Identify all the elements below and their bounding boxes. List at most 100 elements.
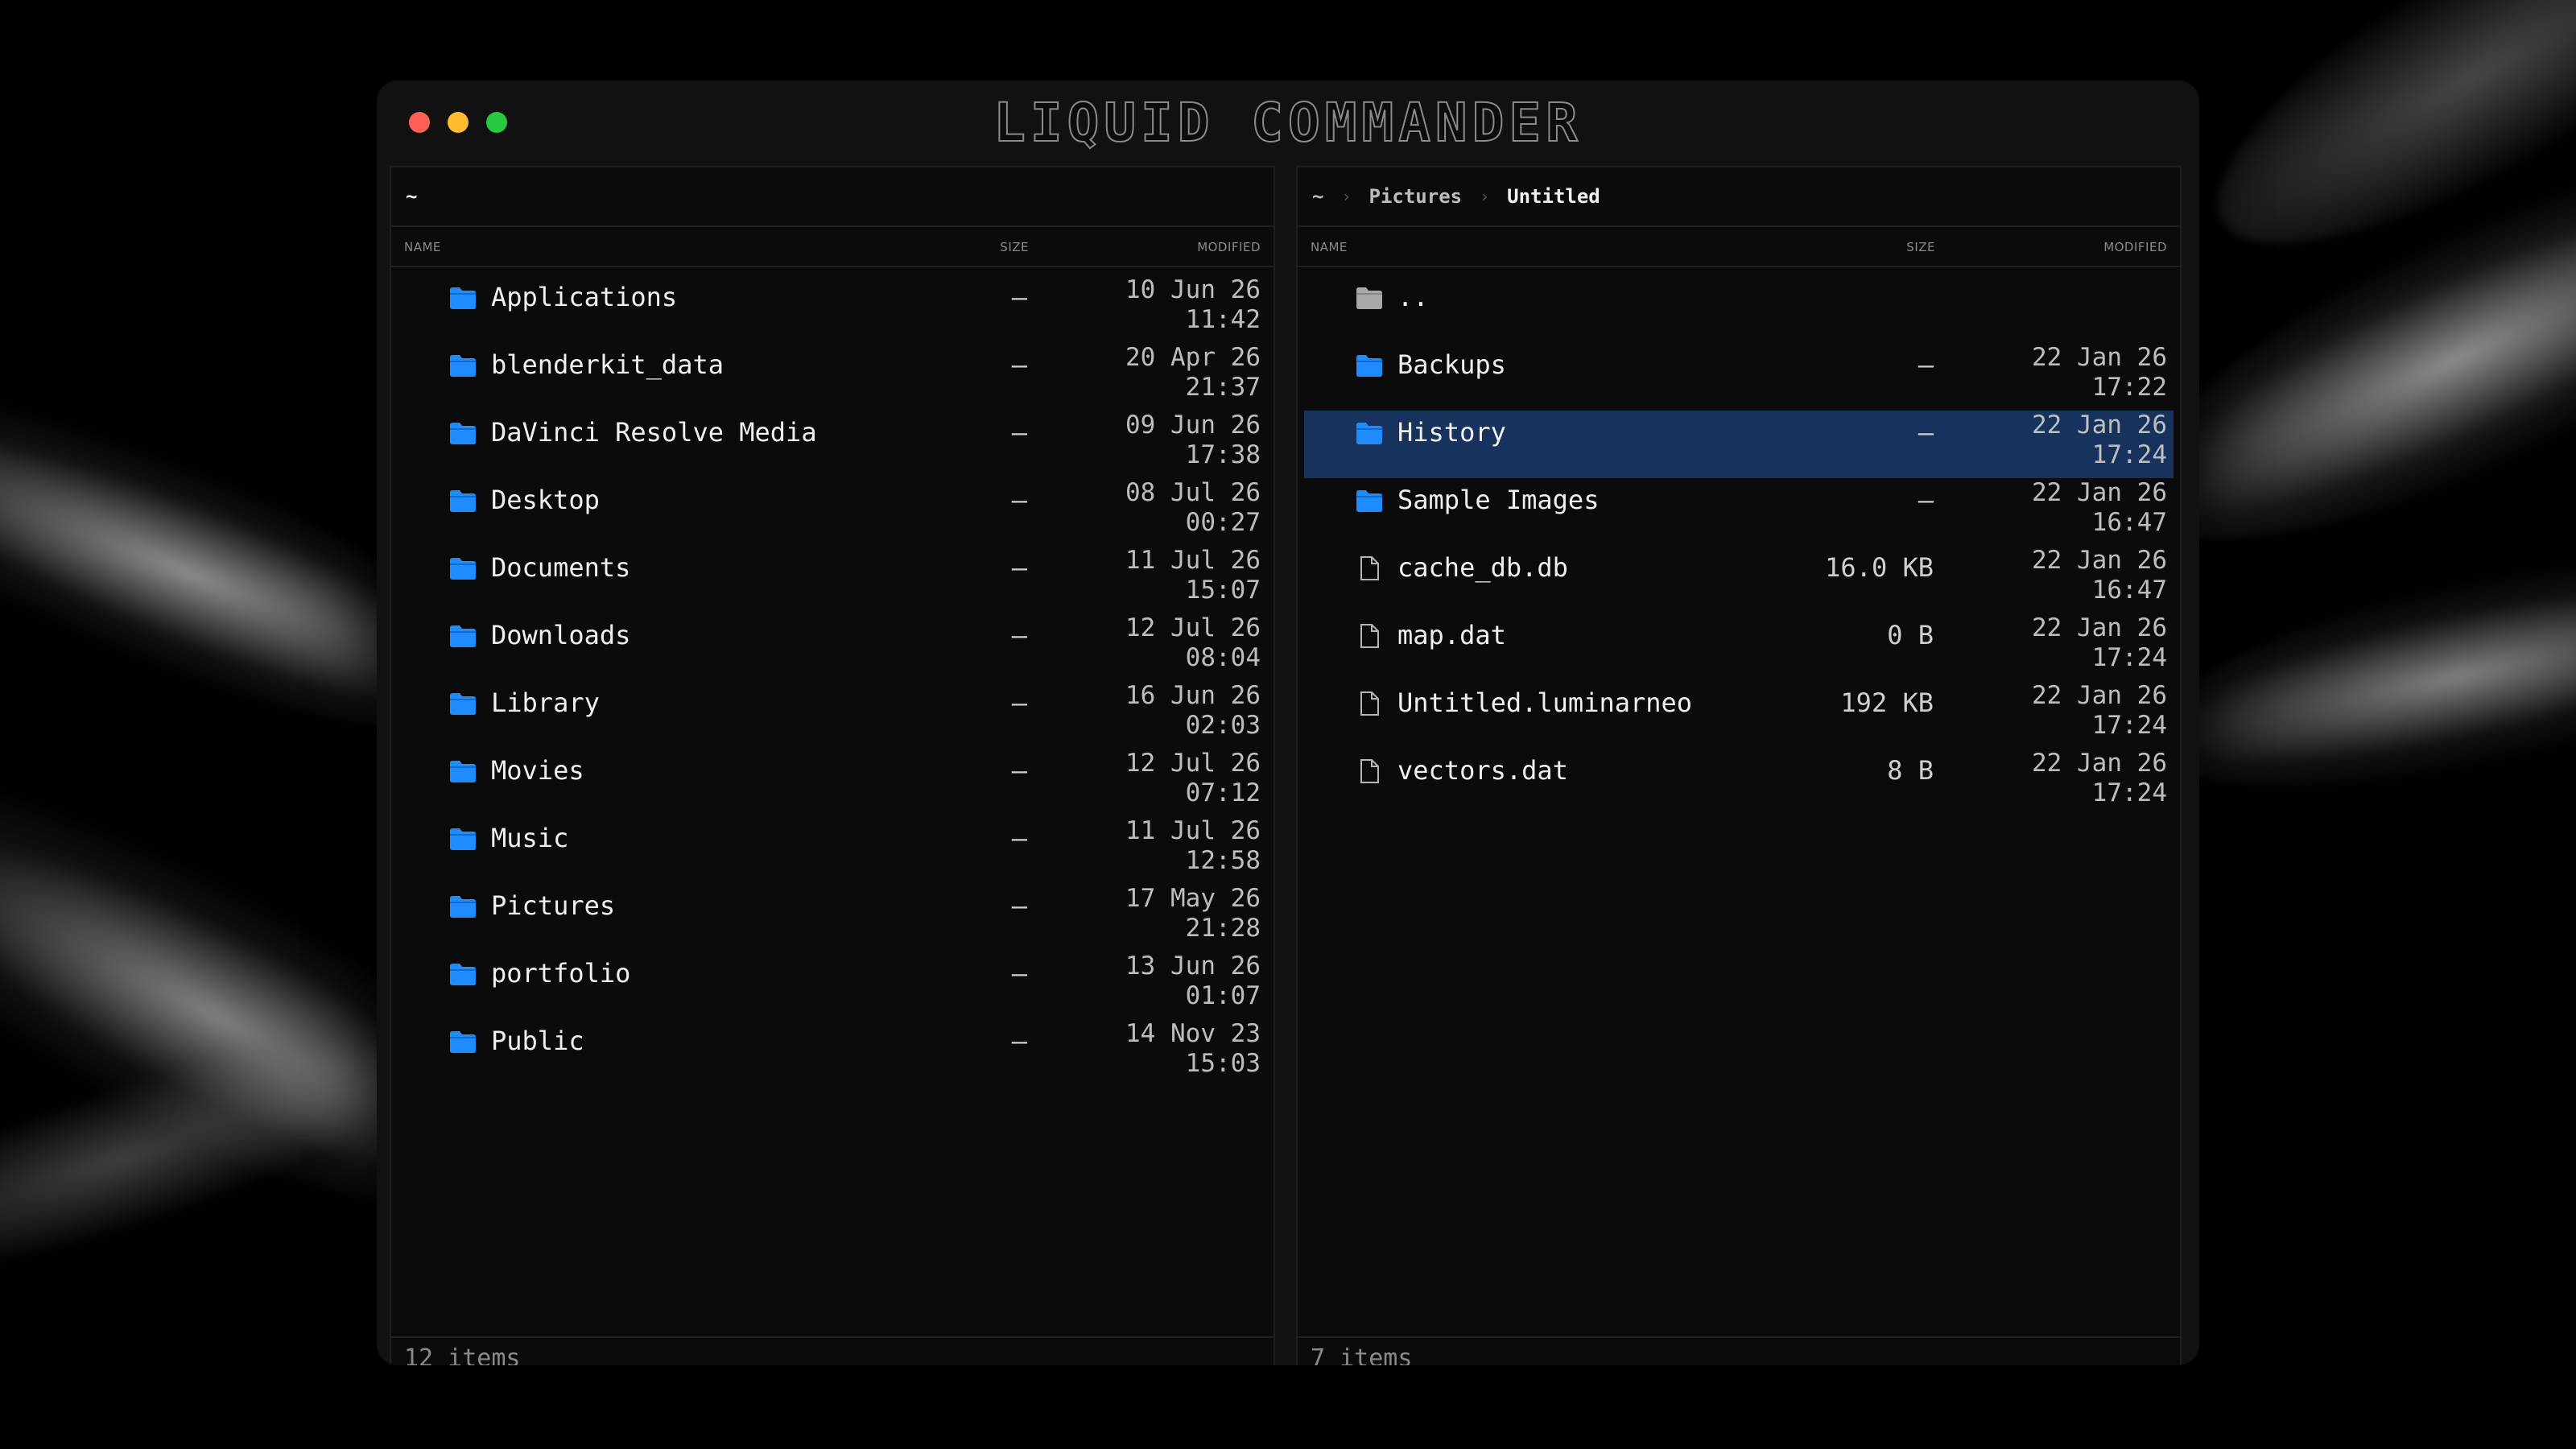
modified-date: 22 Jan 26: [2032, 411, 2167, 440]
file-row[interactable]: Backups — 22 Jan 26 17:22: [1304, 343, 2174, 411]
file-size: —: [1011, 890, 1027, 921]
file-row[interactable]: Applications — 10 Jun 26 11:42: [398, 275, 1267, 343]
file-row[interactable]: map.dat 0 B 22 Jan 26 17:24: [1304, 613, 2174, 681]
modified-time: 07:12: [1185, 778, 1261, 807]
breadcrumb-item[interactable]: ~: [1312, 185, 1323, 208]
modified-date: 14 Nov 23: [1125, 1019, 1261, 1048]
file-row[interactable]: Pictures — 17 May 26 21:28: [398, 884, 1267, 952]
column-header-name[interactable]: NAME: [1311, 240, 1348, 254]
left-file-list: Applications — 10 Jun 26 11:42 blenderkit_da…: [391, 275, 1274, 1087]
left-breadcrumb: ~: [391, 167, 1274, 227]
breadcrumb-separator-icon: ›: [1341, 187, 1352, 206]
file-row[interactable]: Public — 14 Nov 23 15:03: [398, 1019, 1267, 1087]
file-row[interactable]: Music — 11 Jul 26 12:58: [398, 816, 1267, 884]
modified-date: 10 Jun 26: [1125, 275, 1261, 304]
file-modified: 22 Jan 26 17:24: [2032, 411, 2167, 470]
file-row[interactable]: Untitled.luminarneo 192 KB 22 Jan 26 17:24: [1304, 681, 2174, 749]
column-header-modified[interactable]: MODIFIED: [2103, 240, 2167, 254]
left-pane[interactable]: ~ NAME SIZE MODIFIED Applications — 10 Jun…: [390, 166, 1275, 1365]
file-row[interactable]: cache_db.db 16.0 KB 22 Jan 26 16:47: [1304, 546, 2174, 613]
modified-date: 13 Jun 26: [1125, 952, 1261, 980]
modified-date: 08 Jul 26: [1125, 478, 1261, 507]
file-row[interactable]: DaVinci Resolve Media — 09 Jun 26 17:38: [398, 411, 1267, 478]
file-modified: 09 Jun 26 17:38: [1125, 411, 1261, 470]
file-size: —: [1011, 485, 1027, 515]
file-name: Movies: [491, 755, 584, 786]
modified-time: 02:03: [1185, 711, 1261, 740]
file-row[interactable]: Movies — 12 Jul 26 07:12: [398, 749, 1267, 816]
file-modified: 17 May 26 21:28: [1125, 884, 1261, 943]
file-row[interactable]: Documents — 11 Jul 26 15:07: [398, 546, 1267, 613]
folder-icon: [449, 624, 477, 648]
column-header-name[interactable]: NAME: [404, 240, 441, 254]
file-modified: 22 Jan 26 17:24: [2032, 613, 2167, 673]
modified-time: 00:27: [1185, 508, 1261, 537]
app-title: LIQUID COMMANDER: [993, 91, 1583, 155]
column-header-size[interactable]: SIZE: [1906, 240, 1935, 254]
file-modified: 22 Jan 26 16:47: [2032, 546, 2167, 605]
file-name: cache_db.db: [1397, 552, 1568, 583]
file-size: —: [1918, 485, 1934, 515]
breadcrumb-separator-icon: ›: [1480, 187, 1490, 206]
modified-time: 08:04: [1185, 643, 1261, 672]
file-row[interactable]: Sample Images — 22 Jan 26 16:47: [1304, 478, 2174, 546]
file-size: —: [1011, 620, 1027, 650]
column-header-size[interactable]: SIZE: [1000, 240, 1029, 254]
modified-time: 21:37: [1185, 373, 1261, 402]
modified-time: 17:24: [2091, 778, 2167, 807]
file-modified: 11 Jul 26 15:07: [1125, 546, 1261, 605]
left-status-bar: 12 items: [391, 1336, 1274, 1365]
file-size: 0 B: [1887, 620, 1934, 650]
modified-time: 16:47: [2091, 576, 2167, 605]
folder-icon: [449, 962, 477, 986]
breadcrumb-item[interactable]: ~: [406, 185, 417, 208]
folder-icon: [449, 759, 477, 783]
file-name: Public: [491, 1026, 584, 1056]
file-icon: [1356, 624, 1383, 648]
file-size: —: [1011, 282, 1027, 312]
right-pane[interactable]: ~ › Pictures › Untitled NAME SIZE MODIFIED .…: [1296, 166, 2182, 1365]
file-row[interactable]: portfolio — 13 Jun 26 01:07: [398, 952, 1267, 1019]
folder-icon: [1356, 421, 1383, 445]
file-modified: 20 Apr 26 21:37: [1125, 343, 1261, 402]
file-row[interactable]: Library — 16 Jun 26 02:03: [398, 681, 1267, 749]
right-column-headers: NAME SIZE MODIFIED: [1298, 227, 2180, 267]
folder-icon: [449, 489, 477, 513]
folder-icon: [449, 353, 477, 378]
file-name: Documents: [491, 552, 631, 583]
file-row[interactable]: Downloads — 12 Jul 26 08:04: [398, 613, 1267, 681]
modified-time: 17:24: [2091, 643, 2167, 672]
file-row[interactable]: ..: [1304, 275, 2174, 343]
modified-date: 22 Jan 26: [2032, 478, 2167, 507]
file-size: —: [1011, 958, 1027, 989]
file-name: Desktop: [491, 485, 600, 515]
column-header-modified[interactable]: MODIFIED: [1197, 240, 1261, 254]
file-row[interactable]: blenderkit_data — 20 Apr 26 21:37: [398, 343, 1267, 411]
modified-time: 11:42: [1185, 305, 1261, 334]
title-bar[interactable]: LIQUID COMMANDER: [377, 80, 2199, 164]
file-row[interactable]: vectors.dat 8 B 22 Jan 26 17:24: [1304, 749, 2174, 816]
file-name: Untitled.luminarneo: [1397, 687, 1693, 718]
modified-date: 16 Jun 26: [1125, 681, 1261, 710]
modified-time: 17:24: [2091, 711, 2167, 740]
file-size: —: [1011, 823, 1027, 853]
file-row-selected[interactable]: History — 22 Jan 26 17:24: [1304, 411, 2174, 478]
folder-icon: [449, 421, 477, 445]
folder-icon: [1356, 489, 1383, 513]
file-modified: 22 Jan 26 17:24: [2032, 749, 2167, 808]
modified-time: 12:58: [1185, 846, 1261, 875]
file-modified: 22 Jan 26 16:47: [2032, 478, 2167, 538]
modified-time: 15:03: [1185, 1049, 1261, 1078]
folder-icon: [449, 286, 477, 310]
file-modified: 16 Jun 26 02:03: [1125, 681, 1261, 741]
file-name: Sample Images: [1397, 485, 1600, 515]
modified-date: 12 Jul 26: [1125, 749, 1261, 778]
parent-folder-icon: [1356, 286, 1383, 310]
file-size: 16.0 KB: [1825, 552, 1934, 583]
app-window: LIQUID COMMANDER ~ NAME SIZE MODIFIED Ap…: [377, 80, 2199, 1365]
file-name: DaVinci Resolve Media: [491, 417, 817, 448]
folder-icon: [449, 894, 477, 919]
breadcrumb-item[interactable]: Untitled: [1507, 185, 1600, 208]
file-row[interactable]: Desktop — 08 Jul 26 00:27: [398, 478, 1267, 546]
breadcrumb-item[interactable]: Pictures: [1369, 185, 1463, 208]
